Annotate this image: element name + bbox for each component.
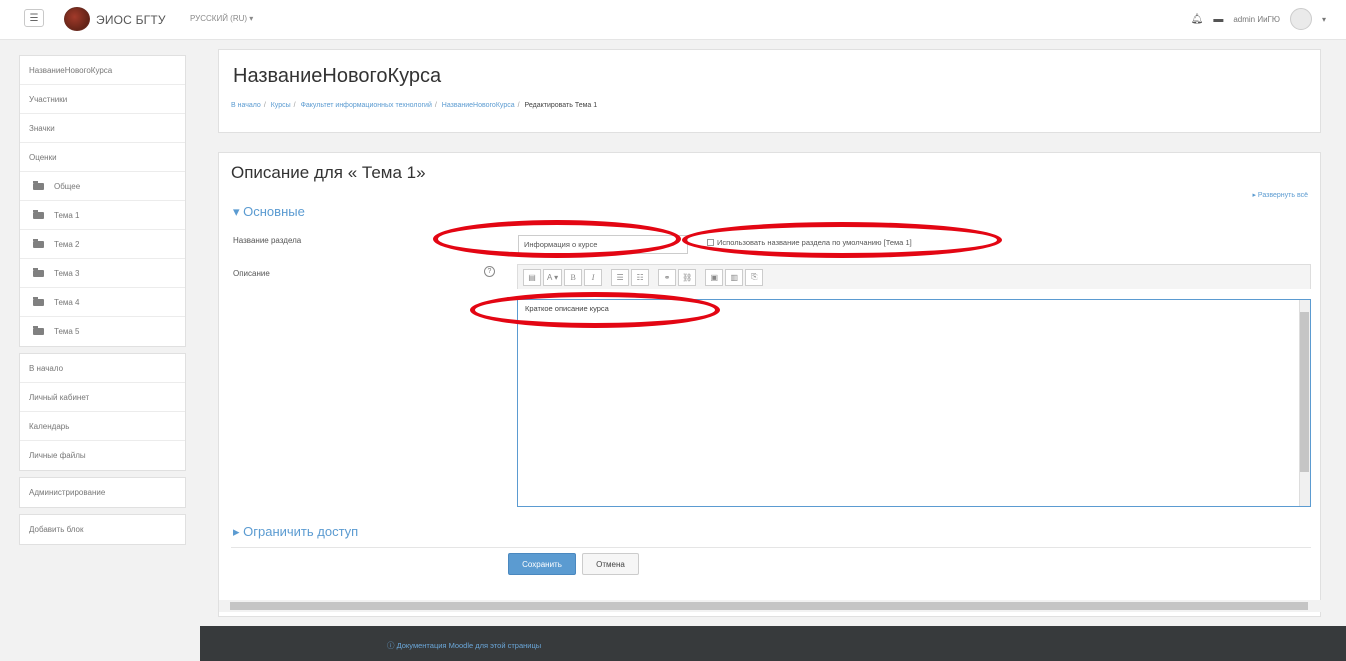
- editor-toolbar: ▤ A ▾ B I ☰ ☷ ⚭ ⛓ ▣ ▥ ⎘: [517, 264, 1311, 289]
- sidebar-item-label: Оценки: [29, 152, 57, 162]
- sidebar-item-calendar[interactable]: Календарь: [20, 412, 185, 441]
- save-button[interactable]: Сохранить: [508, 553, 576, 575]
- sidebar-item-private-files[interactable]: Личные файлы: [20, 441, 185, 470]
- editor-scroll-thumb[interactable]: [1300, 312, 1309, 472]
- top-navbar: ☰ ЭИОС БГТУ РУССКИЙ (RU) ▾ 🔔︎ ▬ admin Ии…: [0, 0, 1346, 40]
- course-nav-block: НазваниеНовогоКурса Участники Значки Оце…: [19, 55, 186, 347]
- sidebar-item-add-block[interactable]: Добавить блок: [20, 515, 185, 544]
- sidebar-item-label: Календарь: [29, 421, 70, 431]
- sidebar-item-participants[interactable]: Участники: [20, 85, 185, 114]
- sidebar-item-label: Добавить блок: [29, 525, 84, 534]
- messages-icon[interactable]: ▬: [1213, 14, 1223, 25]
- folder-icon: [33, 180, 44, 190]
- sidebar-item-administration[interactable]: Администрирование: [20, 478, 185, 507]
- unlink-icon[interactable]: ⛓: [678, 268, 697, 286]
- page-title: НазваниеНовогоКурса: [233, 65, 442, 87]
- file-manager-icon[interactable]: ⎘: [745, 268, 764, 286]
- sidebar-item-topic-2[interactable]: Тема 2: [20, 230, 185, 259]
- description-label: Описание: [233, 269, 270, 278]
- expand-all-link[interactable]: ▸ Развернуть всё: [1252, 191, 1308, 199]
- sidebar-item-label: Тема 1: [54, 210, 80, 220]
- ordered-list-icon[interactable]: ☷: [631, 268, 650, 286]
- chevron-down-icon[interactable]: ▾: [1322, 15, 1326, 24]
- sidebar-item-label: Участники: [29, 94, 68, 104]
- section-general-toggle[interactable]: ▾ Основные: [233, 204, 305, 220]
- unordered-list-icon[interactable]: ☰: [611, 268, 630, 286]
- page-footer: ⓘ Документация Moodle для этой страницы: [200, 626, 1346, 661]
- image-icon[interactable]: ▣: [705, 268, 724, 286]
- sidebar-item-dashboard[interactable]: Личный кабинет: [20, 383, 185, 412]
- breadcrumb-item-faculty[interactable]: Факультет информационных технологий: [301, 102, 432, 109]
- annotation-ellipse-default-name: [682, 222, 1002, 258]
- italic-icon[interactable]: I: [584, 268, 603, 286]
- bold-icon[interactable]: B: [564, 268, 583, 286]
- scroll-thumb[interactable]: [230, 602, 1308, 610]
- sidebar-item-label: Личные файлы: [29, 451, 86, 460]
- sidebar-item-topic-3[interactable]: Тема 3: [20, 259, 185, 288]
- horizontal-scrollbar[interactable]: [219, 600, 1322, 612]
- section-name-label: Название раздела: [233, 236, 302, 245]
- sidebar-item-home[interactable]: В начало: [20, 354, 185, 383]
- sidebar-item-label: Тема 2: [54, 239, 80, 249]
- user-name[interactable]: admin ИиГЮ: [1233, 15, 1280, 24]
- user-nav: 🔔︎ ▬ admin ИиГЮ ▾: [1191, 8, 1326, 30]
- folder-icon: [33, 326, 44, 335]
- notifications-icon[interactable]: 🔔︎: [1191, 14, 1204, 25]
- sidebar-item-grades[interactable]: Оценки: [20, 143, 185, 172]
- sidebar-item-topic-4[interactable]: Тема 4: [20, 288, 185, 317]
- sidebar-item-topic-5[interactable]: Тема 5: [20, 317, 185, 346]
- toolbar-toggle-icon[interactable]: ▤: [523, 268, 541, 286]
- site-nav-block: В начало Личный кабинет Календарь Личные…: [19, 353, 186, 471]
- form-title: Описание для « Тема 1»: [231, 163, 426, 182]
- sidebar-item-label: В начало: [29, 363, 64, 373]
- sidebar-item-label: Тема 4: [54, 297, 80, 307]
- sidebar-item-label: Общее: [54, 181, 81, 191]
- sidebar-item-course[interactable]: НазваниеНовогоКурса: [20, 56, 185, 85]
- sidebar-item-general[interactable]: Общее: [20, 172, 185, 201]
- sidebar-item-label: Личный кабинет: [29, 392, 90, 402]
- annotation-ellipse-section-name: [433, 220, 681, 258]
- breadcrumb: В начало / Курсы / Факультет информационны…: [231, 102, 598, 109]
- sidebar-item-label: Администрирование: [29, 488, 106, 497]
- folder-icon: [33, 209, 44, 219]
- site-logo[interactable]: [64, 7, 90, 31]
- media-icon[interactable]: ▥: [725, 268, 744, 286]
- folder-icon: [33, 296, 44, 306]
- divider: [231, 547, 1311, 548]
- folder-icon: [33, 267, 44, 277]
- breadcrumb-item-courses[interactable]: Курсы: [271, 102, 291, 109]
- nav-drawer: НазваниеНовогоКурса Участники Значки Оце…: [19, 55, 186, 551]
- description-editor[interactable]: Краткое описание курса: [517, 299, 1311, 507]
- cancel-button[interactable]: Отмена: [582, 553, 639, 575]
- link-icon[interactable]: ⚭: [658, 268, 677, 286]
- sidebar-item-label: Тема 3: [54, 268, 80, 278]
- language-menu[interactable]: РУССКИЙ (RU) ▾: [190, 14, 253, 23]
- annotation-ellipse-description: [470, 292, 720, 328]
- hamburger-icon[interactable]: ☰: [24, 9, 44, 27]
- section-restrict-toggle[interactable]: ▸ Ограничить доступ: [233, 524, 358, 540]
- site-name-link[interactable]: ЭИОС БГТУ: [96, 13, 166, 27]
- sidebar-item-label: Тема 5: [54, 327, 80, 336]
- edit-section-form: Описание для « Тема 1» ▸ Развернуть всё …: [218, 152, 1322, 617]
- editor-scrollbar[interactable]: [1299, 300, 1310, 506]
- folder-icon: [33, 238, 44, 248]
- sidebar-item-topic-1[interactable]: Тема 1: [20, 201, 185, 230]
- page-header: НазваниеНовогоКурса В начало / Курсы / Фак…: [218, 49, 1321, 133]
- avatar[interactable]: [1289, 8, 1312, 30]
- add-block-block: Добавить блок: [19, 514, 186, 545]
- breadcrumb-item-home[interactable]: В начало: [231, 102, 261, 109]
- admin-block: Администрирование: [19, 477, 186, 508]
- sidebar-item-label: Значки: [29, 123, 55, 133]
- breadcrumb-item-current: Редактировать Тема 1: [524, 102, 598, 109]
- font-size-icon[interactable]: A ▾: [543, 268, 563, 286]
- sidebar-item-label: НазваниеНовогоКурса: [29, 65, 113, 75]
- help-icon[interactable]: ?: [484, 266, 495, 277]
- moodle-docs-link[interactable]: ⓘ Документация Moodle для этой страницы: [387, 640, 541, 651]
- sidebar-item-badges[interactable]: Значки: [20, 114, 185, 143]
- breadcrumb-item-course[interactable]: НазваниеНовогоКурса: [442, 102, 515, 109]
